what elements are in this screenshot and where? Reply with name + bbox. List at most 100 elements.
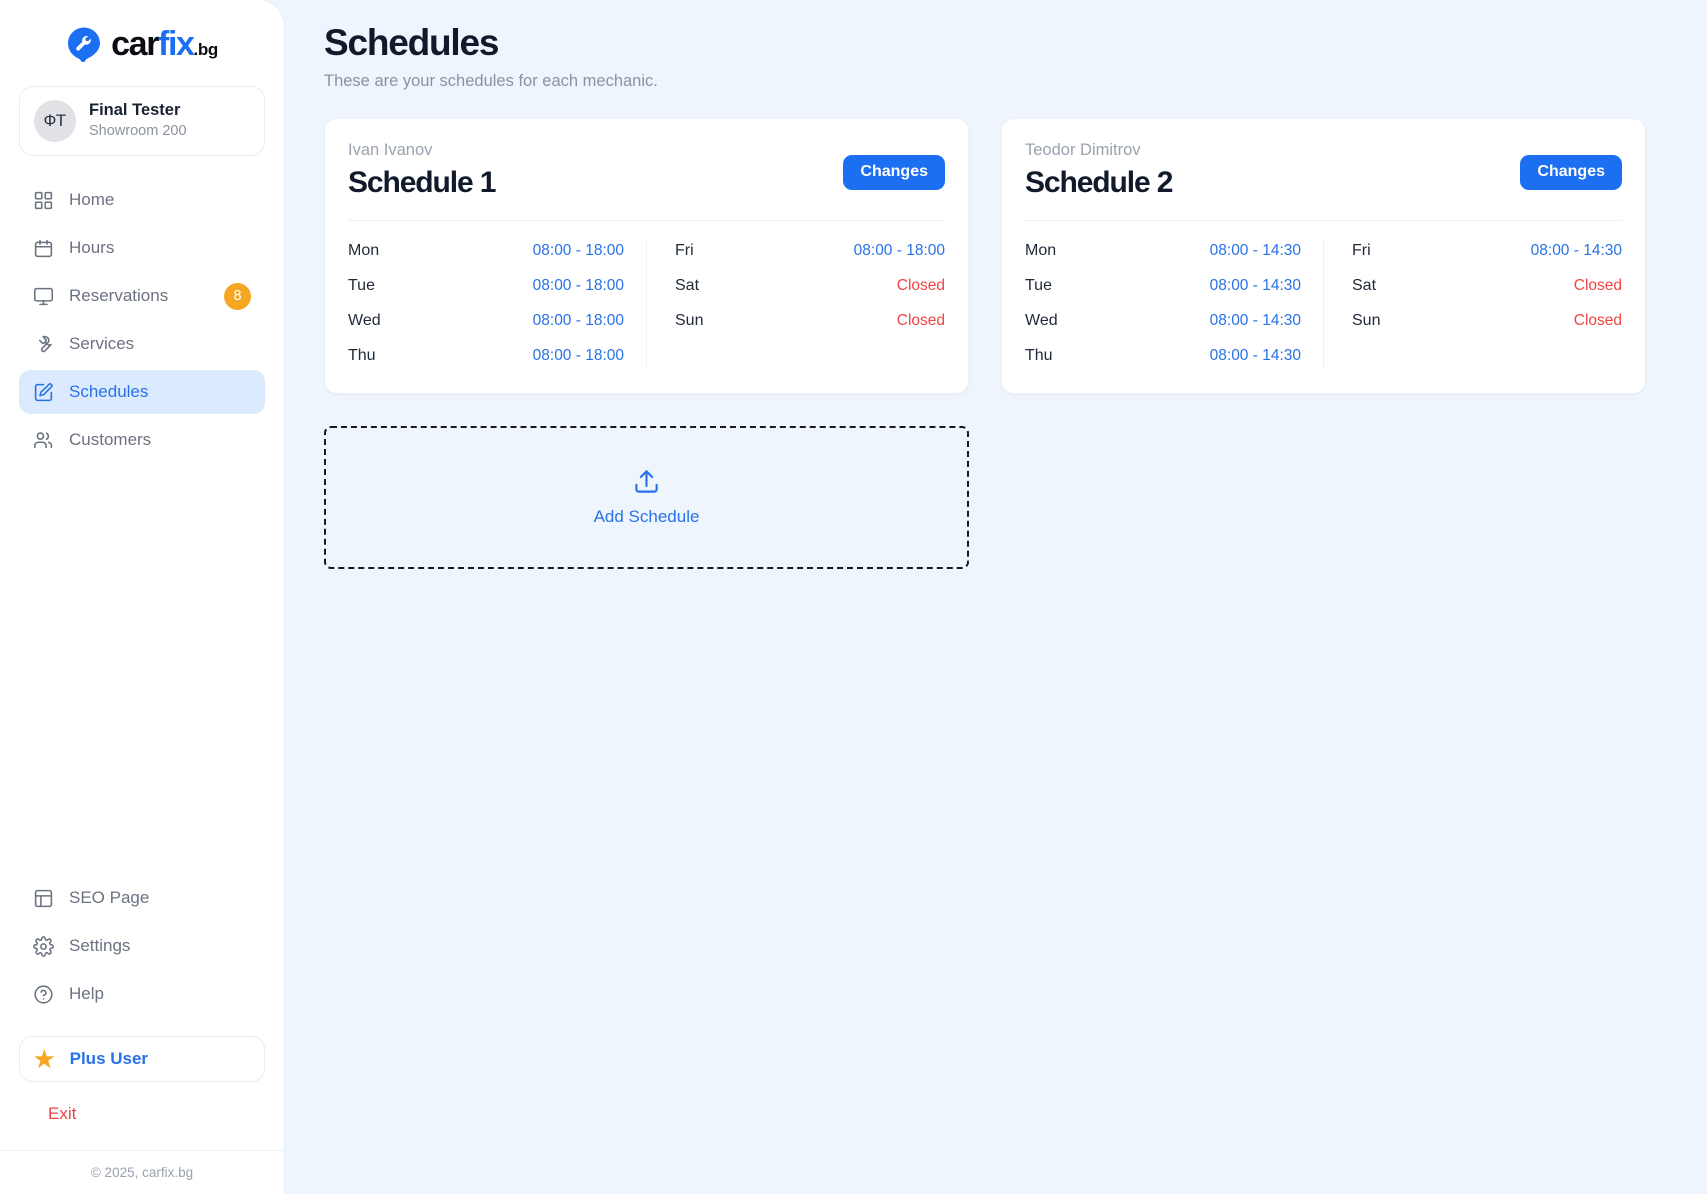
sidebar-item-label: SEO Page xyxy=(69,888,150,907)
day-row: Mon 08:00 - 14:30 xyxy=(1025,238,1301,264)
sidebar-item-label: Hours xyxy=(69,238,115,257)
sidebar-item-home[interactable]: Home xyxy=(19,178,265,222)
panel-layout-icon xyxy=(33,888,54,909)
schedule-title: Schedule 1 xyxy=(348,166,497,200)
day-hours: 08:00 - 14:30 xyxy=(1209,346,1301,364)
app-root: car fix .bg ФТ Final Tester Showroom 200 H… xyxy=(0,0,1707,1194)
day-row: Tue 08:00 - 14:30 xyxy=(1025,273,1301,299)
day-row: Wed 08:00 - 14:30 xyxy=(1025,308,1301,334)
day-name: Sun xyxy=(1352,311,1381,329)
user-card[interactable]: ФТ Final Tester Showroom 200 xyxy=(19,86,265,156)
day-name: Fri xyxy=(675,241,694,259)
day-row: Sun Closed xyxy=(1352,308,1622,334)
day-hours: 08:00 - 18:00 xyxy=(532,311,624,329)
user-subtitle: Showroom 200 xyxy=(89,123,187,140)
day-hours: Closed xyxy=(896,311,945,329)
day-name: Sat xyxy=(1352,276,1377,294)
sidebar-item-schedules[interactable]: Schedules xyxy=(19,370,265,414)
day-row: Wed 08:00 - 18:00 xyxy=(348,308,624,334)
schedule-days: Mon 08:00 - 18:00 Tue 08:00 - 18:00 Wed … xyxy=(348,237,945,369)
sidebar-item-customers[interactable]: Customers xyxy=(19,418,265,462)
day-row: Fri 08:00 - 14:30 xyxy=(1352,238,1622,264)
day-hours: 08:00 - 18:00 xyxy=(853,241,945,259)
changes-button[interactable]: Changes xyxy=(843,154,945,190)
schedule-days: Mon 08:00 - 14:30 Tue 08:00 - 14:30 Wed … xyxy=(1025,237,1622,369)
day-name: Wed xyxy=(1025,311,1058,329)
logo-text-tld: .bg xyxy=(193,40,219,59)
day-hours: 08:00 - 14:30 xyxy=(1530,241,1622,259)
logo-text-fix: fix xyxy=(158,25,195,63)
day-name: Sun xyxy=(675,311,704,329)
plus-user-label: Plus User xyxy=(69,1049,149,1068)
add-schedule-dropzone[interactable]: Add Schedule xyxy=(324,425,969,569)
exit-button[interactable]: Exit xyxy=(19,1092,265,1141)
day-row: Sat Closed xyxy=(675,273,945,299)
plus-user-button[interactable]: ★ Plus User xyxy=(19,1036,265,1082)
mechanic-name: Ivan Ivanov xyxy=(348,140,433,159)
day-hours: 08:00 - 18:00 xyxy=(532,346,624,364)
changes-button[interactable]: Changes xyxy=(1520,154,1622,190)
grid-icon xyxy=(33,190,54,211)
mechanic-name: Teodor Dimitrov xyxy=(1025,140,1141,159)
day-name: Tue xyxy=(1025,276,1052,294)
sidebar-item-label: Reservations xyxy=(69,286,169,305)
wrench-icon xyxy=(33,334,54,355)
primary-nav: Home Hours Reservations 8 Services Sched… xyxy=(0,178,284,462)
card-divider xyxy=(348,219,945,221)
day-hours: 08:00 - 18:00 xyxy=(532,276,624,294)
schedules-grid: Ivan Ivanov Schedule 1 Changes Mon 08:00… xyxy=(324,117,1679,394)
schedule-title: Schedule 2 xyxy=(1025,166,1174,200)
day-hours: Closed xyxy=(896,276,945,294)
sidebar-item-label: Services xyxy=(69,334,135,353)
schedule-card: Ivan Ivanov Schedule 1 Changes Mon 08:00… xyxy=(324,117,969,394)
sidebar-item-seo-page[interactable]: SEO Page xyxy=(19,876,265,920)
day-name: Mon xyxy=(1025,241,1057,259)
day-row: Thu 08:00 - 14:30 xyxy=(1025,343,1301,369)
sidebar-item-hours[interactable]: Hours xyxy=(19,226,265,270)
day-row: Sat Closed xyxy=(1352,273,1622,299)
sidebar-item-settings[interactable]: Settings xyxy=(19,924,265,968)
day-name: Wed xyxy=(348,311,381,329)
sidebar-item-label: Help xyxy=(69,984,104,1003)
reservations-badge: 8 xyxy=(224,282,251,310)
exit-label: Exit xyxy=(48,1104,77,1123)
star-icon: ★ xyxy=(34,1045,55,1072)
day-hours: Closed xyxy=(1573,311,1622,329)
avatar: ФТ xyxy=(34,100,76,142)
monitor-icon xyxy=(33,286,54,307)
day-hours: 08:00 - 14:30 xyxy=(1209,276,1301,294)
day-row: Sun Closed xyxy=(675,308,945,334)
day-name: Thu xyxy=(1025,346,1053,364)
page-subtitle: These are your schedules for each mechan… xyxy=(324,71,658,90)
day-row: Thu 08:00 - 18:00 xyxy=(348,343,624,369)
schedule-card: Teodor Dimitrov Schedule 2 Changes Mon 0… xyxy=(1001,117,1646,394)
day-hours: Closed xyxy=(1573,276,1622,294)
day-hours: 08:00 - 14:30 xyxy=(1209,311,1301,329)
day-name: Tue xyxy=(348,276,375,294)
sidebar-item-services[interactable]: Services xyxy=(19,322,265,366)
sidebar-footer: © 2025, carfix.bg xyxy=(0,1150,284,1194)
day-hours: 08:00 - 18:00 xyxy=(532,241,624,259)
upload-icon xyxy=(633,468,660,495)
day-name: Sat xyxy=(675,276,700,294)
users-icon xyxy=(33,430,54,451)
user-name: Final Tester xyxy=(89,101,181,120)
day-row: Fri 08:00 - 18:00 xyxy=(675,238,945,264)
logo-text-car: car xyxy=(111,25,159,63)
day-row: Mon 08:00 - 18:00 xyxy=(348,238,624,264)
day-name: Fri xyxy=(1352,241,1371,259)
day-row: Tue 08:00 - 18:00 xyxy=(348,273,624,299)
day-hours: 08:00 - 14:30 xyxy=(1209,241,1301,259)
brand-logo[interactable]: car fix .bg xyxy=(0,0,284,76)
sidebar-item-label: Settings xyxy=(69,936,131,955)
sidebar-item-reservations[interactable]: Reservations 8 xyxy=(19,274,265,318)
wrench-pin-icon xyxy=(66,26,102,63)
day-name: Mon xyxy=(348,241,380,259)
sidebar-item-label: Home xyxy=(69,190,115,209)
square-pen-icon xyxy=(33,382,54,403)
main-content: Schedules These are your schedules for e… xyxy=(284,0,1707,1194)
sidebar-item-help[interactable]: Help xyxy=(19,972,265,1016)
calendar-icon xyxy=(33,238,54,259)
sidebar: car fix .bg ФТ Final Tester Showroom 200 H… xyxy=(0,0,284,1194)
day-name: Thu xyxy=(348,346,376,364)
